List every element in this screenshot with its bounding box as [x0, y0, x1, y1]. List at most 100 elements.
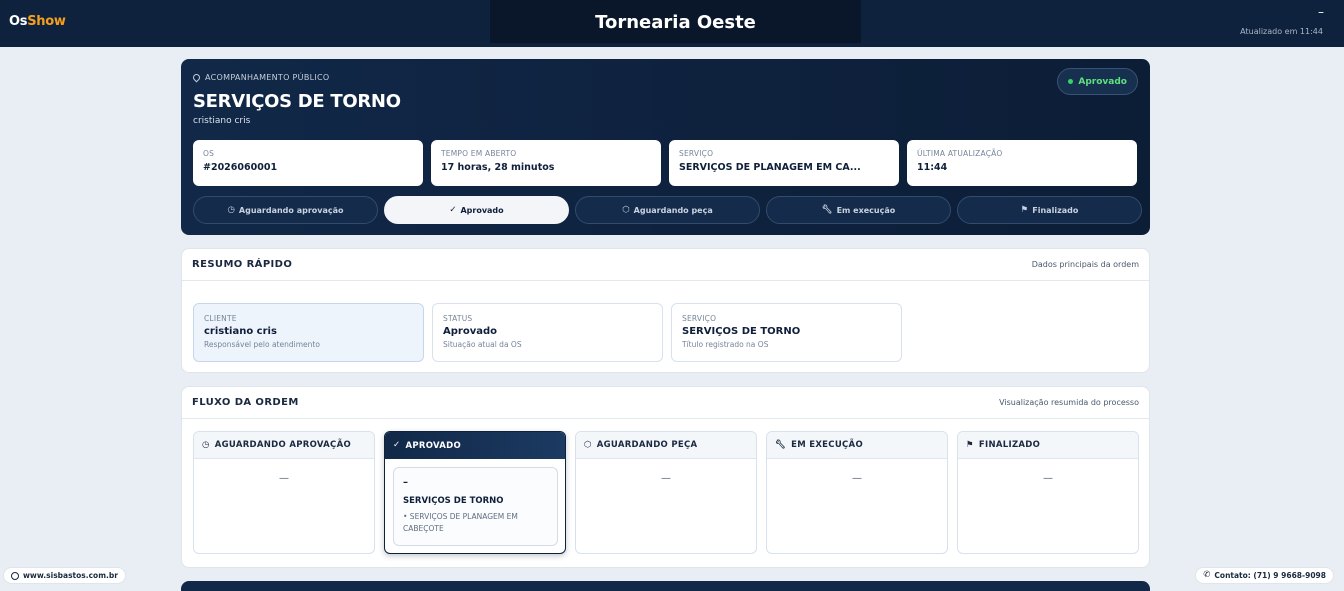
info-card-value: 11:44 — [917, 162, 948, 173]
info-card-service: SERVIÇO SERVIÇOS DE PLANAGEM EM CA... — [669, 140, 899, 186]
info-card-label: ÚLTIMA ATUALIZAÇÃO — [917, 149, 1003, 158]
page-title: SERVIÇOS DE TORNO — [193, 91, 401, 112]
empty-placeholder: — — [1043, 473, 1053, 484]
updated-time: Atualizado em 11:44 — [1240, 27, 1323, 36]
flow-column-label: FINALIZADO — [978, 440, 1041, 450]
task-title: SERVIÇOS DE TORNO — [403, 496, 504, 506]
quick-summary-panel: RESUMO RÁPIDO Dados principais da ordem … — [181, 248, 1150, 373]
panel-header: RESUMO RÁPIDO Dados principais da ordem — [182, 249, 1149, 281]
flow-column-aguardando-peca: ⬡ AGUARDANDO PEÇA — — [575, 431, 757, 554]
panel-note: Visualização resumida do processo — [999, 398, 1139, 407]
check-icon: ✓ — [449, 204, 457, 215]
step-label: Aguardando peça — [633, 205, 713, 215]
summary-card-client: CLIENTE cristiano cris Responsável pelo … — [193, 303, 424, 362]
step-label: Aprovado — [460, 205, 504, 215]
wrench-icon: 🔧︎ — [821, 204, 833, 215]
summary-card-label: SERVIÇO — [682, 314, 717, 323]
flow-column-label: AGUARDANDO PEÇA — [596, 440, 698, 450]
info-card-value: SERVIÇOS DE PLANAGEM EM CA... — [679, 162, 861, 173]
step-label: Finalizado — [1032, 205, 1079, 215]
flow-column-label: APROVADO — [405, 440, 462, 451]
step-finalizado[interactable]: ⚑ Finalizado — [957, 196, 1142, 224]
brand-logo[interactable]: OsShow — [9, 14, 66, 29]
info-card-label: TEMPO EM ABERTO — [441, 149, 517, 158]
summary-card-value: SERVIÇOS DE TORNO — [682, 326, 801, 337]
info-card-value: 17 horas, 28 minutos — [441, 162, 555, 173]
status-badge-label: Aprovado — [1078, 76, 1127, 87]
clock-icon: ◷ — [202, 439, 210, 450]
info-card-os: OS #2026060001 — [193, 140, 423, 186]
flow-column-header: ✓ APROVADO — [385, 432, 565, 459]
location-pin-icon — [191, 72, 202, 83]
summary-card-label: CLIENTE — [204, 314, 237, 323]
brand-part-os: Os — [9, 14, 28, 29]
phone-icon: ✆ — [1203, 570, 1211, 581]
flow-column-header: ⚑ FINALIZADO — [958, 432, 1138, 459]
flow-column-finalizado: ⚑ FINALIZADO — — [957, 431, 1139, 554]
status-steps: ◷ Aguardando aprovação ✓ Aprovado ⬡ Agua… — [193, 196, 1142, 224]
flag-icon: ⚑ — [1020, 204, 1029, 215]
flow-columns: ◷ AGUARDANDO APROVAÇÃO — ✓ APROVADO – SE… — [193, 431, 1139, 554]
summary-card-value: cristiano cris — [204, 326, 277, 337]
flow-column-label: EM EXECUÇÃO — [791, 440, 863, 450]
brand-part-show: Show — [27, 14, 66, 29]
summary-card-hint: Situação atual da OS — [443, 340, 522, 349]
info-card-label: OS — [203, 149, 215, 158]
top-dash: – — [1318, 5, 1324, 19]
empty-placeholder: — — [661, 473, 671, 484]
step-aprovado[interactable]: ✓ Aprovado — [384, 196, 569, 224]
step-aguardando-aprovacao[interactable]: ◷ Aguardando aprovação — [193, 196, 378, 224]
flag-icon: ⚑ — [966, 439, 974, 450]
summary-card-hint: Título registrado na OS — [682, 340, 769, 349]
box-icon: ⬡ — [622, 204, 630, 215]
task-card[interactable]: – SERVIÇOS DE TORNO • SERVIÇOS DE PLANAG… — [393, 467, 558, 546]
contact-link[interactable]: ✆ Contato: (71) 9 9668-9098 — [1195, 567, 1334, 584]
box-icon: ⬡ — [584, 439, 592, 450]
top-bar: OsShow Tornearia Oeste – Atualizado em 1… — [0, 0, 1344, 47]
check-icon: ✓ — [393, 440, 401, 451]
summary-card-service: SERVIÇO SERVIÇOS DE TORNO Título registr… — [671, 303, 902, 362]
empty-placeholder: — — [852, 473, 862, 484]
globe-icon — [11, 571, 19, 580]
flow-column-label: AGUARDANDO APROVAÇÃO — [214, 440, 351, 450]
flow-column-header: ◷ AGUARDANDO APROVAÇÃO — [194, 432, 374, 459]
flow-column-em-execucao: 🔧︎ EM EXECUÇÃO — — [766, 431, 948, 554]
status-badge: Aprovado — [1057, 68, 1138, 95]
order-flow-panel: FLUXO DA ORDEM Visualização resumida do … — [181, 386, 1150, 568]
task-dash: – — [403, 477, 408, 488]
status-dot-icon — [1068, 79, 1074, 84]
hero-card: ACOMPANHAMENTO PÚBLICO SERVIÇOS DE TORNO… — [181, 59, 1150, 235]
summary-card-value: Aprovado — [443, 326, 497, 337]
info-card-label: SERVIÇO — [679, 149, 714, 158]
step-em-execucao[interactable]: 🔧︎ Em execução — [766, 196, 951, 224]
panel-title: RESUMO RÁPIDO — [192, 259, 293, 270]
contact-link-label: Contato: (71) 9 9668-9098 — [1214, 571, 1326, 580]
info-card-last-update: ÚLTIMA ATUALIZAÇÃO 11:44 — [907, 140, 1137, 186]
website-link-label: www.sisbastos.com.br — [23, 571, 118, 580]
flow-column-aprovado: ✓ APROVADO – SERVIÇOS DE TORNO • SERVIÇO… — [384, 431, 566, 554]
flow-column-aguardando-aprovacao: ◷ AGUARDANDO APROVAÇÃO — — [193, 431, 375, 554]
task-description: • SERVIÇOS DE PLANAGEM EM CABEÇOTE — [403, 512, 518, 533]
company-name: Tornearia Oeste — [490, 0, 861, 43]
panel-title: FLUXO DA ORDEM — [192, 397, 299, 408]
info-card-open-time: TEMPO EM ABERTO 17 horas, 28 minutos — [431, 140, 661, 186]
step-label: Aguardando aprovação — [238, 205, 344, 215]
step-label: Em execução — [836, 205, 896, 215]
website-link[interactable]: www.sisbastos.com.br — [3, 567, 126, 584]
info-card-value: #2026060001 — [203, 162, 278, 173]
hero-kicker-text: ACOMPANHAMENTO PÚBLICO — [205, 73, 330, 82]
summary-cards: CLIENTE cristiano cris Responsável pelo … — [193, 303, 902, 362]
panel-header: FLUXO DA ORDEM Visualização resumida do … — [182, 387, 1149, 419]
hero-info-cards: OS #2026060001 TEMPO EM ABERTO 17 horas,… — [193, 140, 1137, 186]
step-aguardando-peca[interactable]: ⬡ Aguardando peça — [575, 196, 760, 224]
panel-note: Dados principais da ordem — [1031, 260, 1139, 269]
summary-card-status: STATUS Aprovado Situação atual da OS — [432, 303, 663, 362]
flow-column-header: 🔧︎ EM EXECUÇÃO — [767, 432, 947, 459]
wrench-icon: 🔧︎ — [775, 439, 787, 450]
clock-icon: ◷ — [227, 204, 235, 215]
empty-placeholder: — — [279, 473, 289, 484]
summary-card-hint: Responsável pelo atendimento — [204, 340, 320, 349]
flow-column-header: ⬡ AGUARDANDO PEÇA — [576, 432, 756, 459]
hero-kicker: ACOMPANHAMENTO PÚBLICO — [191, 72, 330, 83]
client-name: cristiano cris — [193, 116, 251, 126]
